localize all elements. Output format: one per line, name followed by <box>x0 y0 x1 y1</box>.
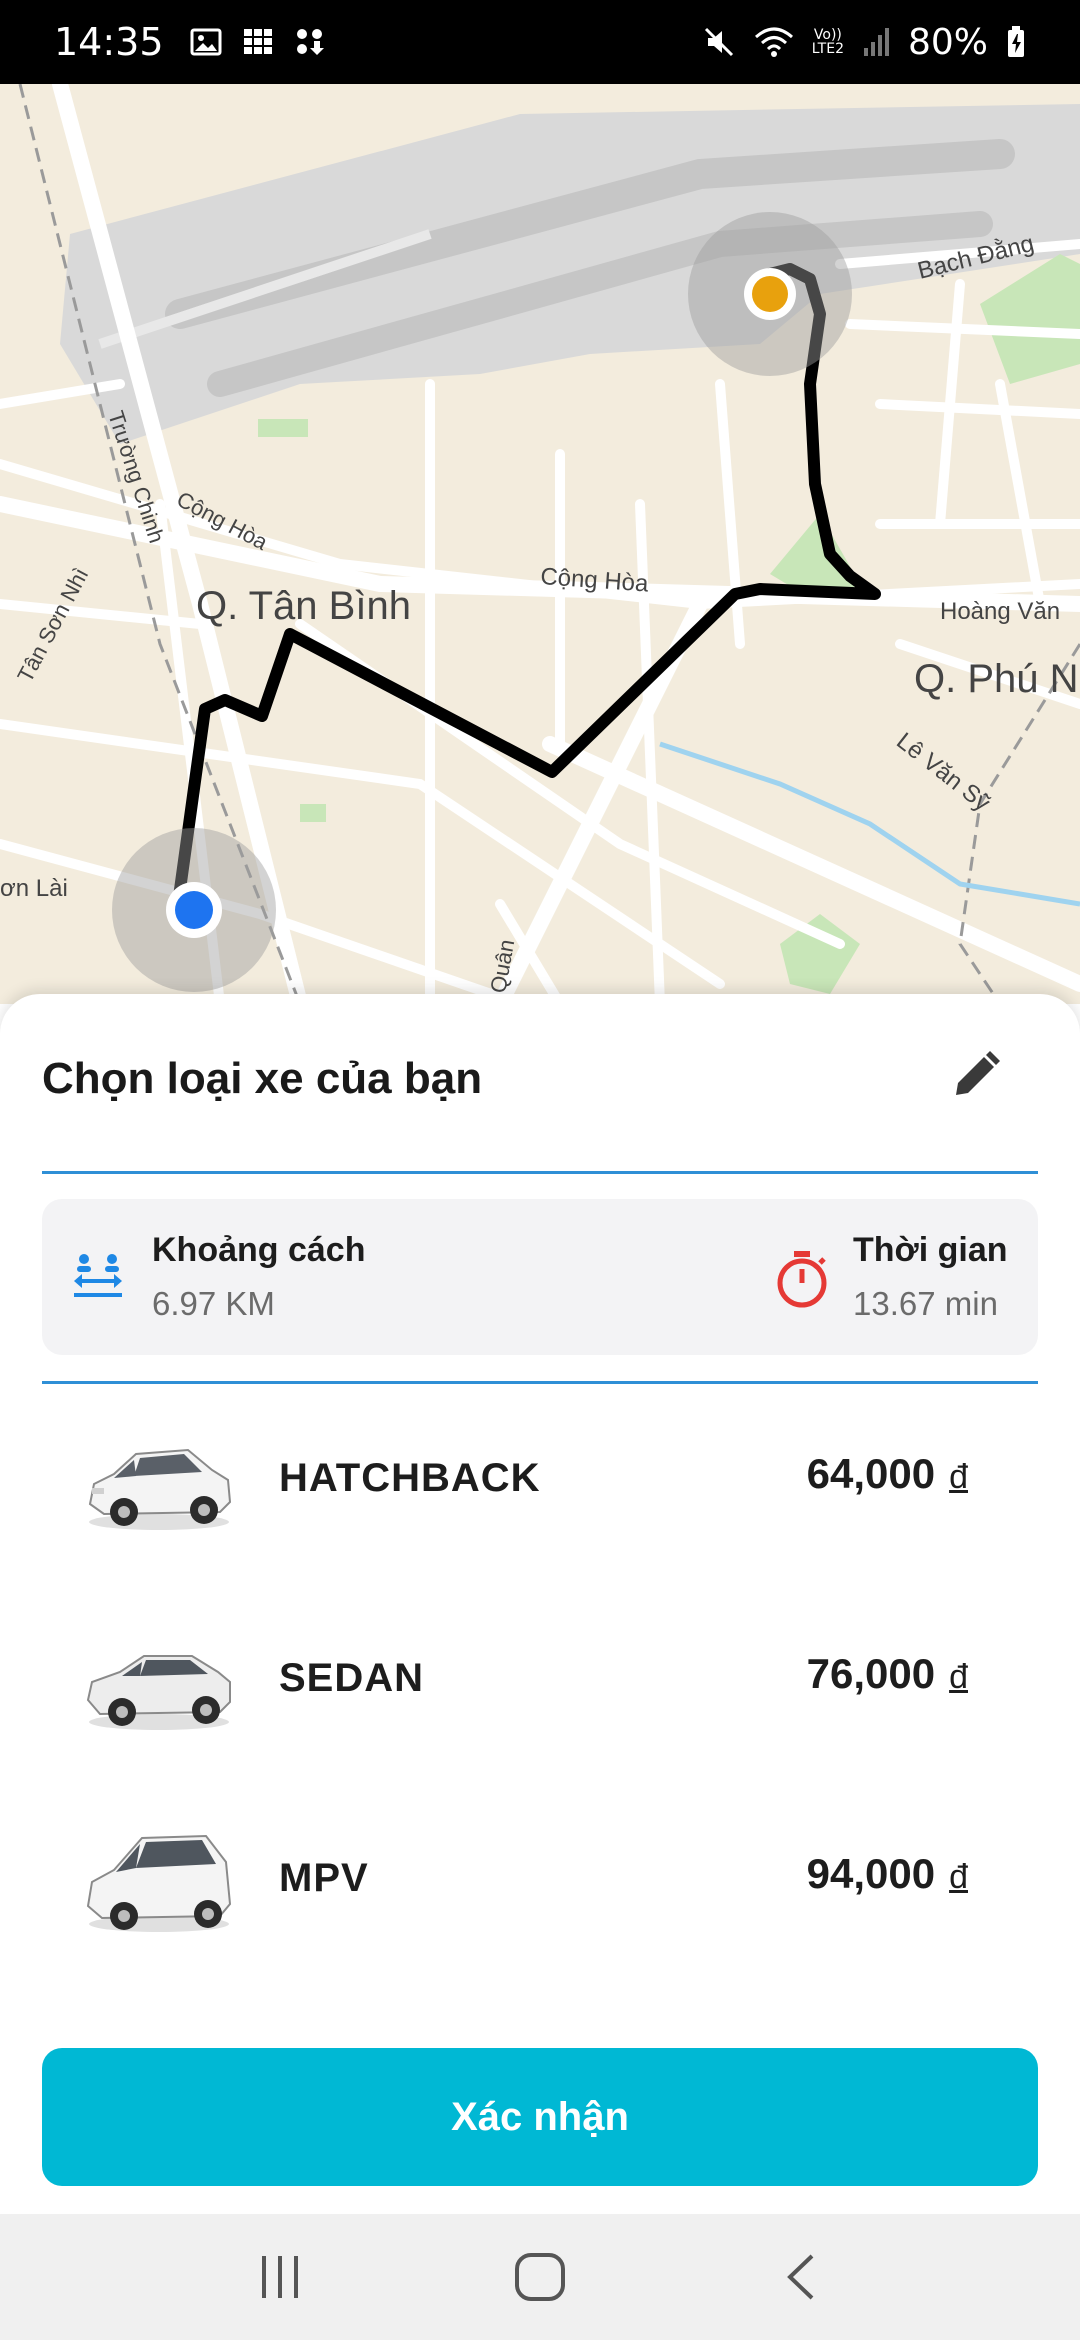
status-system-icons: Vo)) LTE2 80% <box>702 22 1026 63</box>
edit-button[interactable] <box>940 1039 1012 1111</box>
map-label-district: Q. Tân Bình <box>196 584 411 628</box>
back-icon <box>787 2254 814 2300</box>
time-value: 13.67 min <box>853 1285 998 1322</box>
route-map[interactable]: Q. Tân Bình Q. Phú N Bạch Đằng Cộng Hòa … <box>0 84 1080 1004</box>
download-icon <box>296 29 324 55</box>
distance-label: Khoảng cách <box>152 1231 366 1269</box>
vehicle-option-sedan[interactable]: SEDAN 76,000 đ <box>42 1604 1038 1774</box>
pencil-icon <box>956 1051 1000 1095</box>
vehicle-selection-sheet: Chọn loại xe của bạn Khoảng cách 6.97 KM… <box>0 994 1080 2214</box>
battery-icon <box>1008 26 1024 57</box>
vehicle-option-mpv[interactable]: MPV 94,000 đ <box>42 1804 1038 1974</box>
recent-apps-icon <box>262 2256 298 2298</box>
sedan-car-image <box>86 1655 231 1730</box>
home-icon <box>515 2253 565 2301</box>
map-label-district: Q. Phú N <box>914 657 1079 701</box>
grid-icon <box>243 29 272 54</box>
trip-info-card: Khoảng cách 6.97 KM Thời gian 13.67 min <box>42 1199 1038 1355</box>
timer-icon <box>777 1251 827 1308</box>
time-label: Thời gian <box>853 1231 1008 1269</box>
vehicle-price: 64,000 đ <box>806 1450 968 1497</box>
vehicle-name: HATCHBACK <box>279 1456 541 1500</box>
back-button[interactable] <box>760 2237 840 2317</box>
signal-icon <box>863 28 889 56</box>
recent-apps-button[interactable] <box>240 2237 320 2317</box>
map-label-street: ơn Lài <box>0 875 68 902</box>
confirm-button[interactable]: Xác nhận <box>42 2048 1038 2186</box>
wifi-icon <box>754 27 793 57</box>
status-bar: 14:35 Vo)) LTE2 80% <box>0 0 1080 84</box>
mpv-car-image <box>86 1834 232 1932</box>
home-button[interactable] <box>500 2237 580 2317</box>
status-notification-icons <box>190 27 326 57</box>
battery-percent: 80% <box>907 21 988 63</box>
sheet-title: Chọn loại xe của bạn <box>42 1054 483 1103</box>
vehicle-price: 76,000 đ <box>806 1650 968 1697</box>
map-label-street: Hoàng Văn <box>940 598 1060 625</box>
divider <box>42 1381 1038 1384</box>
system-navigation-bar <box>0 2214 1080 2340</box>
image-icon <box>190 28 222 56</box>
distance-value: 6.97 KM <box>152 1285 275 1322</box>
divider <box>42 1171 1038 1174</box>
hatchback-car-image <box>88 1448 232 1530</box>
network-type: Vo)) LTE2 <box>811 27 844 57</box>
vehicle-name: SEDAN <box>279 1656 425 1700</box>
vehicle-price: 94,000 đ <box>806 1850 968 1897</box>
mute-icon <box>704 27 733 57</box>
distance-icon <box>74 1254 122 1297</box>
vehicle-name: MPV <box>279 1856 369 1900</box>
vehicle-option-hatchback[interactable]: HATCHBACK 64,000 đ <box>42 1404 1038 1574</box>
status-time: 14:35 <box>54 20 164 64</box>
